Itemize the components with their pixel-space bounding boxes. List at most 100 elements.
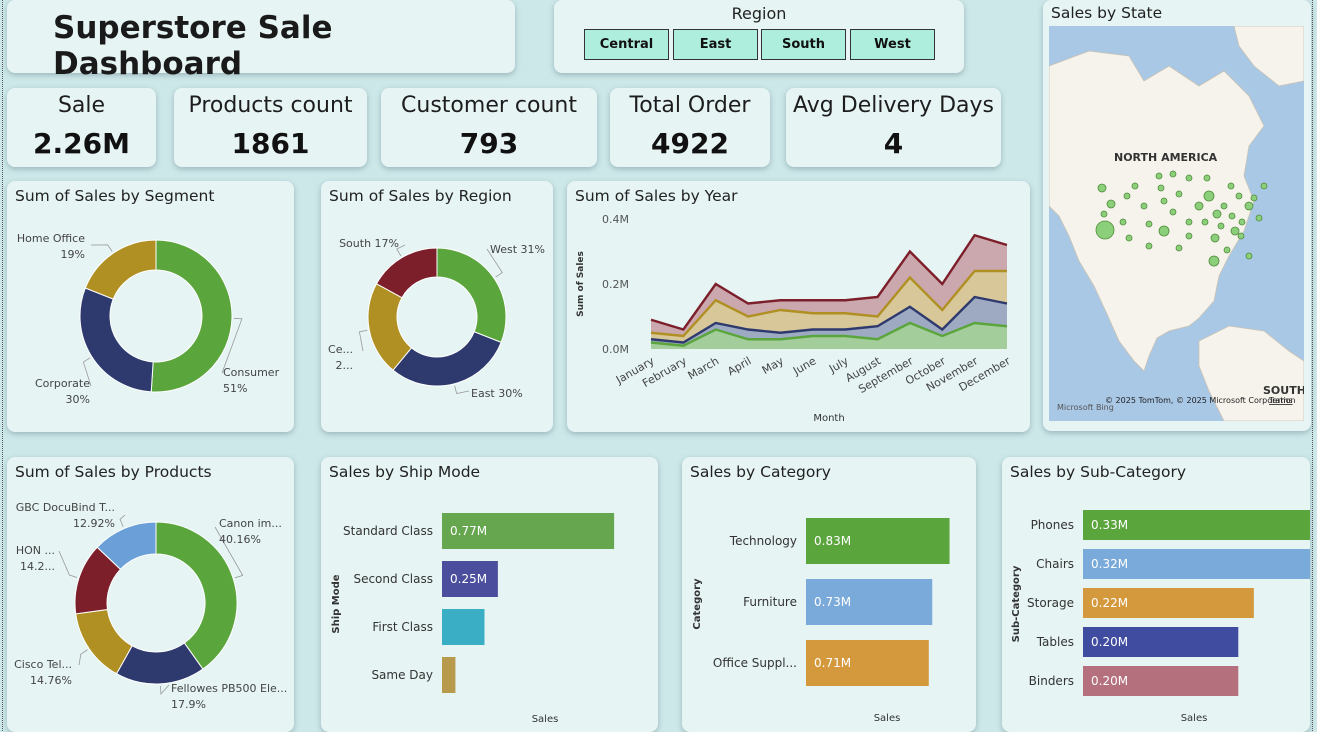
products-label: HON ...: [16, 544, 55, 557]
map-bubble: [1203, 190, 1215, 202]
map-bubble: [1175, 244, 1183, 252]
map-bubble: [1158, 225, 1170, 237]
sales-map[interactable]: NORTH AMERICA SOUTH A Microsoft Bing © 2…: [1049, 26, 1304, 421]
kpi-label: Sale: [57, 93, 106, 118]
map-bubble: [1255, 214, 1263, 222]
segment-value-label: 30%: [66, 393, 90, 406]
map-bubble: [1119, 218, 1127, 226]
subcategory-category-label: Tables: [1036, 635, 1074, 649]
region-option-east[interactable]: East: [673, 29, 758, 60]
category-data-label: 0.71M: [814, 656, 851, 670]
segment-label: Home Office: [17, 232, 85, 245]
map-bubble: [1145, 242, 1153, 250]
segment-label: Consumer: [223, 366, 280, 379]
segment-slice[interactable]: [84, 239, 157, 300]
map-bubble: [1245, 252, 1253, 260]
subcategory-x-axis-title: Sales: [1181, 713, 1208, 724]
category-x-axis-title: Sales: [874, 713, 901, 724]
map-bubble: [1227, 182, 1235, 190]
subcategory-data-label: 0.22M: [1091, 596, 1128, 610]
shipmode-bar[interactable]: [442, 657, 456, 693]
segment-donut-chart[interactable]: Consumer 51% Corporate 30% Home Office 19%: [7, 181, 294, 432]
category-chart-card: Sales by Category Technology 0.83M Furnitu…: [682, 457, 976, 732]
segment-leader-line: [90, 244, 113, 252]
region-chart-card: Sum of Sales by Region West 31% East 30% C…: [321, 181, 553, 432]
kpi-value: 4922: [651, 127, 729, 160]
map-bubble: [1097, 183, 1107, 193]
region-slice[interactable]: [392, 331, 502, 387]
shipmode-bar-chart[interactable]: Standard Class 0.77M Second Class 0.25M Firs…: [321, 457, 658, 732]
segment-value-label: 51%: [223, 382, 247, 395]
map-bubble: [1244, 201, 1254, 211]
subcategory-data-label: 0.20M: [1091, 674, 1128, 688]
products-value-label: 14.76%: [30, 674, 72, 687]
segment-label: Corporate: [35, 377, 90, 390]
page-title: Superstore Sale Dashboard: [53, 10, 333, 82]
category-y-axis-title: Category: [692, 578, 703, 630]
map-bubble: [1230, 226, 1240, 236]
products-value-label: 12.92%: [73, 517, 115, 530]
products-value-label: 17.9%: [171, 698, 206, 711]
segment-slice[interactable]: [150, 239, 233, 393]
subcategory-category-label: Chairs: [1036, 557, 1074, 571]
kpi-sale: Sale 2.26M: [7, 88, 156, 167]
shipmode-bar[interactable]: [442, 609, 485, 645]
region-option-central[interactable]: Central: [584, 29, 669, 60]
subcategory-bar-chart[interactable]: Phones 0.33M Chairs 0.32M Storage 0.22M Tables…: [1002, 457, 1310, 732]
year-chart-card: Sum of Sales by Year 0.0M 0.2M 0.4M Sum of …: [567, 181, 1030, 432]
map-bubble: [1157, 184, 1165, 192]
year-x-tick: April: [725, 354, 753, 378]
map-bubble: [1155, 172, 1163, 180]
category-category-label: Office Suppl...: [713, 656, 797, 670]
shipmode-data-label: 0.77M: [450, 524, 487, 538]
kpi-total-order: Total Order 4922: [610, 88, 770, 167]
subcategory-category-label: Phones: [1031, 518, 1074, 532]
subcategory-y-axis-title: Sub-Category: [1011, 565, 1022, 642]
subcategory-data-label: 0.33M: [1091, 518, 1128, 532]
shipmode-category-label: First Class: [372, 620, 433, 634]
products-label: GBC DocuBind T...: [16, 501, 115, 514]
subcategory-category-label: Binders: [1029, 674, 1074, 688]
category-bar-chart[interactable]: Technology 0.83M Furniture 0.73M Office Supp…: [682, 457, 976, 732]
map-bubble: [1185, 218, 1193, 226]
map-bubble: [1123, 192, 1131, 200]
map-bubble: [1145, 220, 1153, 228]
year-area-chart[interactable]: 0.0M0.2M0.4MSum of SalesMonthJanuaryFebr…: [567, 181, 1030, 432]
segment-chart-card: Sum of Sales by Segment Consumer 51% Corpo…: [7, 181, 294, 432]
year-y-axis-title: Sum of Sales: [576, 251, 586, 317]
subcategory-data-label: 0.32M: [1091, 557, 1128, 571]
products-leader-line: [58, 550, 78, 578]
region-slicer-label: Region: [731, 4, 787, 23]
map-bubble: [1238, 218, 1246, 226]
map-bubble: [1212, 209, 1222, 219]
shipmode-chart-card: Sales by Ship Mode Standard Class 0.77M Se…: [321, 457, 658, 732]
map-title: Sales by State: [1051, 4, 1163, 22]
map-bubble: [1235, 192, 1243, 200]
region-option-south[interactable]: South: [761, 29, 846, 60]
products-value-label: 14.2...: [20, 560, 55, 573]
map-bubble: [1220, 202, 1228, 210]
kpi-customer-count: Customer count 793: [381, 88, 597, 167]
products-donut-chart[interactable]: Canon im... 40.16% Fellowes PB500 Ele... 17…: [7, 457, 294, 732]
region-option-west[interactable]: West: [850, 29, 935, 60]
year-y-tick: 0.0M: [602, 343, 629, 356]
year-x-axis-title: Month: [813, 413, 844, 424]
segment-slice[interactable]: [79, 287, 154, 393]
kpi-value: 2.26M: [33, 127, 130, 160]
map-bubble: [1106, 199, 1116, 209]
products-label: Fellowes PB500 Ele...: [171, 682, 287, 695]
map-bubble: [1169, 170, 1177, 178]
subcategory-data-label: 0.20M: [1091, 635, 1128, 649]
map-bubble: [1203, 174, 1211, 182]
year-x-tick: May: [760, 354, 787, 377]
map-attribution: © 2025 TomTom, © 2025 Microsoft Corporat…: [1105, 396, 1296, 405]
map-bubble: [1223, 246, 1231, 254]
map-bubble: [1175, 190, 1183, 198]
map-bubble: [1260, 182, 1268, 190]
region-label: West 31%: [490, 243, 545, 256]
region-leader-line: [358, 329, 368, 352]
map-bubble: [1194, 201, 1204, 211]
region-donut-chart[interactable]: West 31% East 30% Ce... 2... South 17%: [321, 181, 553, 432]
kpi-label: Total Order: [629, 93, 751, 118]
map-bubble: [1228, 212, 1236, 220]
